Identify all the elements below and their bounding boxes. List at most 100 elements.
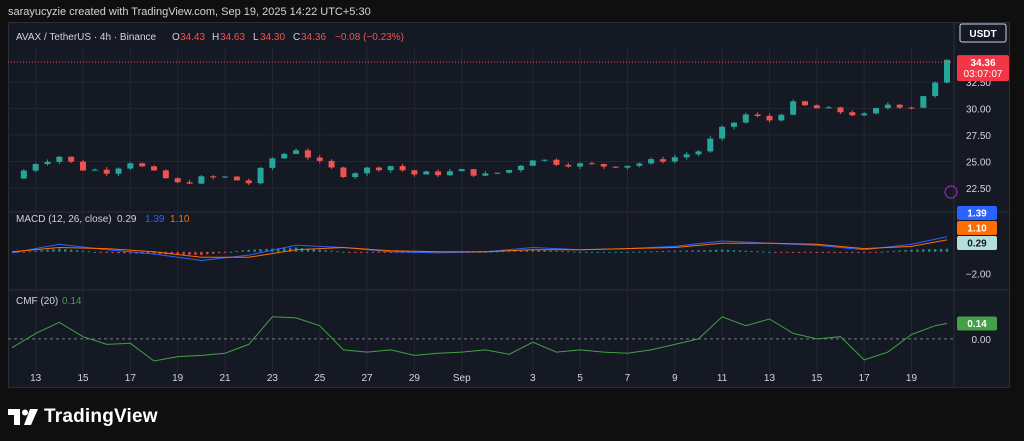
candle-body — [127, 163, 134, 169]
macd-histogram-bar — [886, 251, 890, 253]
candle-body — [328, 160, 335, 168]
macd-histogram-bar — [726, 249, 730, 252]
candle-body — [56, 156, 63, 162]
macd-histogram-bar — [614, 251, 617, 253]
candle-body — [813, 105, 820, 109]
macd-tick-label: −2.00 — [966, 270, 992, 281]
candle-body — [778, 114, 785, 121]
candle-body — [364, 167, 371, 174]
macd-histogram-bar — [857, 251, 860, 253]
macd-histogram-bar — [578, 251, 582, 253]
macd-histogram-bar — [182, 251, 185, 255]
candle — [837, 106, 844, 114]
macd-histogram-bar — [330, 250, 333, 252]
macd-histogram-bar — [359, 251, 363, 253]
candle — [364, 166, 371, 176]
candle — [719, 125, 726, 141]
macd-panel — [11, 236, 949, 262]
candle-body — [541, 159, 548, 161]
macd-histogram-bar — [632, 251, 635, 253]
macd-histogram-bar — [904, 250, 907, 252]
time-axis: 13 15 17 19 21 23 25 27 29 Sep 3 5 7 9 11 13 15 17 19 — [30, 373, 917, 384]
macd-histogram-bar — [803, 251, 807, 253]
macd-histogram-bar — [620, 251, 623, 253]
cmf-value-tag-text: 0.14 — [967, 319, 987, 330]
candle-body — [233, 176, 240, 181]
time-tick-label: 19 — [172, 373, 184, 384]
candle-body — [375, 167, 382, 171]
candle — [600, 163, 607, 169]
candle-body — [837, 107, 844, 113]
macd-histogram-bar — [691, 250, 694, 252]
candle-body — [683, 154, 690, 158]
macd-histogram-bar — [945, 248, 949, 252]
candle-body — [423, 171, 430, 175]
candle-body — [742, 114, 749, 123]
macd-histogram-bar — [774, 251, 777, 253]
candle — [245, 178, 252, 185]
candle — [458, 168, 465, 172]
macd-histogram-bar — [555, 250, 558, 252]
candle-body — [908, 107, 915, 109]
candle — [671, 154, 678, 164]
price-tick-label: 30.00 — [966, 104, 991, 115]
candle-body — [151, 166, 158, 171]
candle — [920, 96, 927, 108]
candle — [766, 113, 773, 123]
cmf-title: CMF (20) — [16, 296, 58, 307]
macd-histogram-bar — [93, 251, 97, 253]
macd-histogram-bar — [939, 248, 943, 252]
price-axis: 22.5025.0027.5030.0032.5034.3603:07:07−2… — [957, 55, 1009, 346]
candle-body — [162, 170, 169, 179]
candle — [186, 179, 193, 185]
ohlc-change: −0.08 (−0.23%) — [335, 32, 404, 43]
macd-histogram-bar — [342, 251, 345, 253]
macd-histogram-bar — [821, 251, 824, 253]
ohlc-h-label: H — [212, 32, 219, 43]
candle-body — [91, 169, 98, 171]
candle — [375, 166, 382, 172]
cmf-tick-label: 0.00 — [972, 335, 992, 346]
candle — [849, 110, 856, 117]
chart-canvas[interactable]: 22.5025.0027.5030.0032.5034.3603:07:07−2… — [8, 22, 1010, 388]
macd-histogram-bar — [868, 251, 872, 253]
macd-histogram-bar — [22, 251, 26, 253]
candle-body — [80, 161, 87, 171]
macd-histogram-bar — [235, 251, 239, 253]
candle — [139, 162, 146, 167]
macd-histogram-bar — [667, 250, 671, 252]
macd-histogram-bar — [383, 251, 387, 253]
price-tick-label: 25.00 — [966, 158, 991, 169]
candle-body — [636, 163, 643, 166]
time-tick-label: 19 — [906, 373, 918, 384]
macd-histogram-bar — [200, 251, 203, 256]
candle-body — [944, 59, 950, 83]
macd-histogram-bar — [649, 251, 653, 253]
footer-brand: TradingView — [44, 406, 158, 427]
candle-body — [565, 164, 572, 167]
macd-histogram-bar — [312, 249, 316, 252]
candle — [565, 162, 572, 168]
macd-histogram-bar — [81, 250, 85, 252]
macd-histogram-bar — [567, 251, 570, 253]
macd-histogram-bar — [58, 248, 61, 252]
candle — [872, 107, 879, 115]
signal-value-tag-text: 1.10 — [967, 224, 987, 235]
candle — [56, 155, 63, 164]
time-tick-label: 21 — [219, 373, 231, 384]
candle — [612, 166, 619, 169]
macd-histogram-bar — [590, 251, 594, 253]
time-tick-label: 15 — [77, 373, 89, 384]
candle-body — [707, 138, 714, 152]
candle — [742, 112, 749, 124]
candle-body — [659, 159, 666, 162]
macd-histogram-bar — [354, 251, 357, 253]
signal-line — [11, 239, 948, 258]
macd-histogram-bar — [780, 251, 783, 253]
price-tick-label: 22.50 — [966, 184, 991, 195]
candle — [446, 168, 453, 176]
candle — [517, 164, 524, 173]
price-tag-countdown: 03:07:07 — [964, 69, 1003, 80]
candle — [588, 161, 595, 165]
tradingview-logo-icon — [8, 409, 38, 425]
